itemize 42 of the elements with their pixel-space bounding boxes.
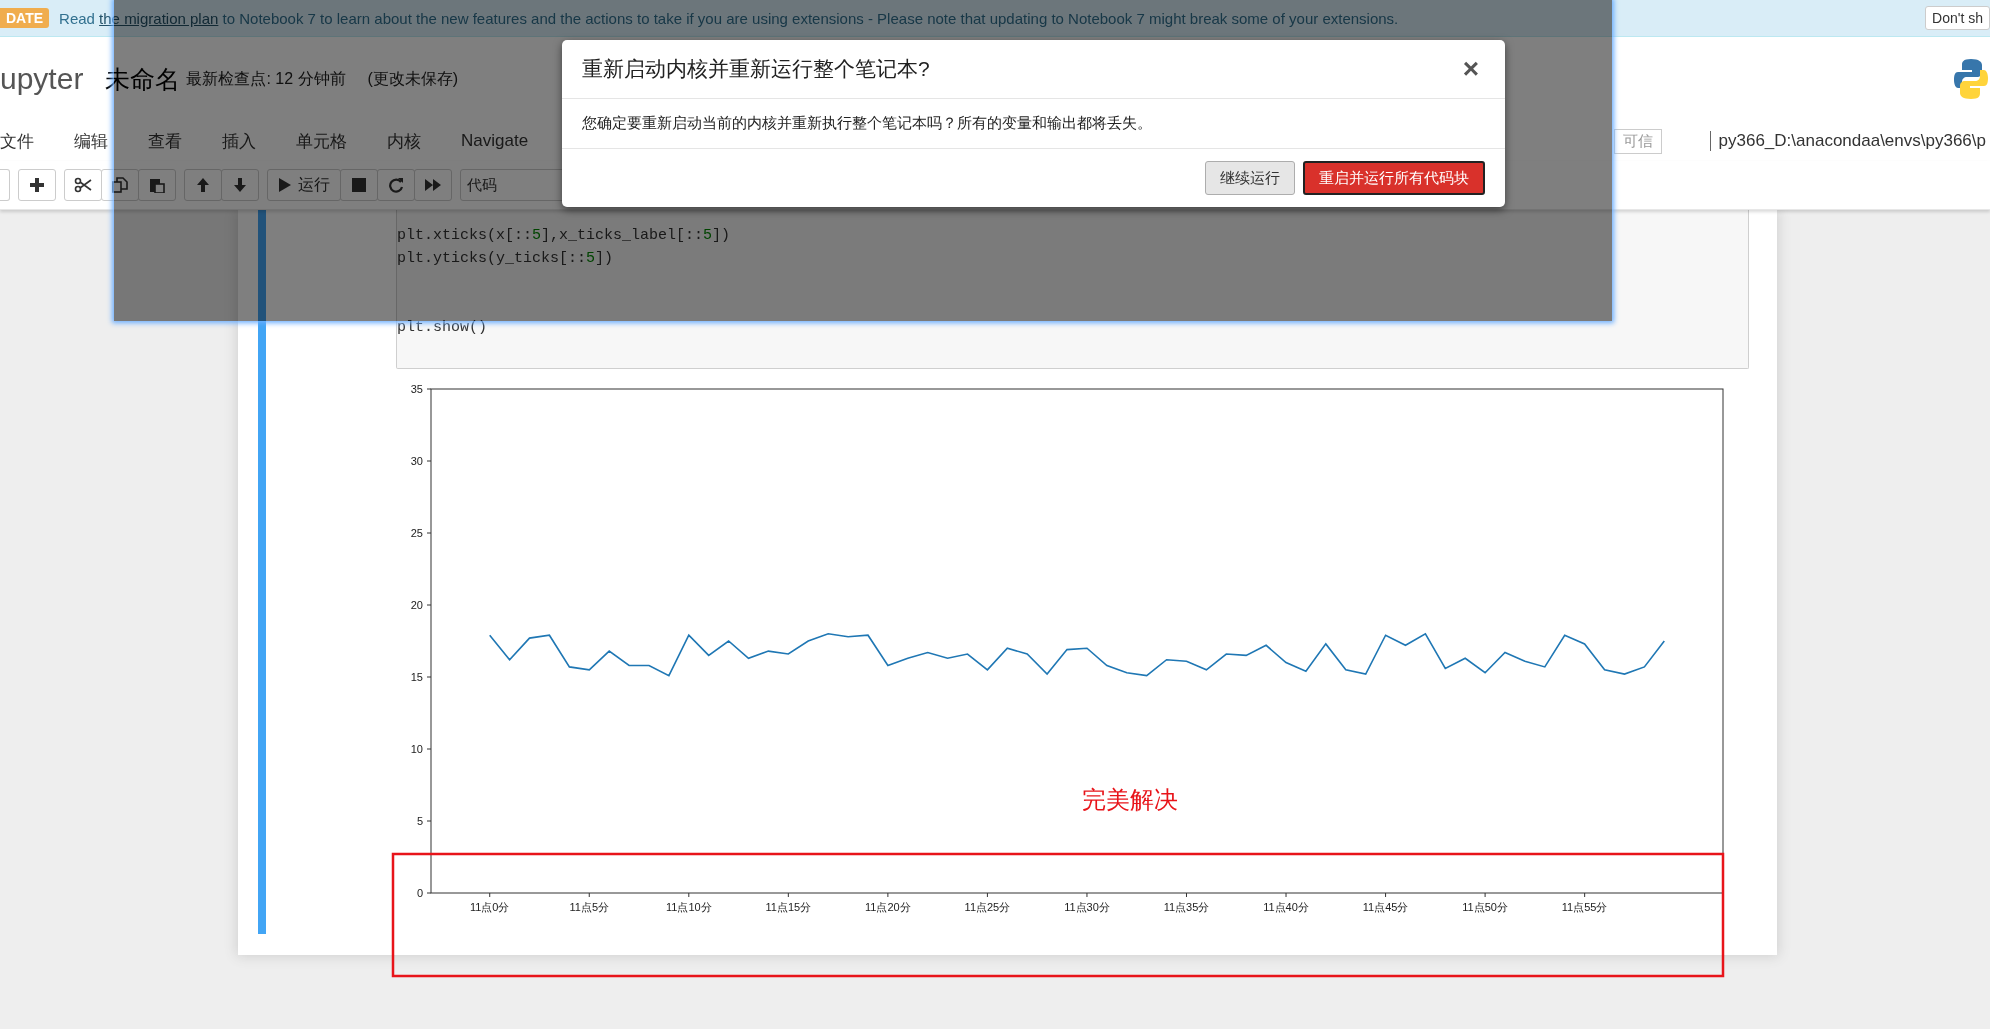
dismiss-button[interactable]: Don't sh [1925, 6, 1990, 30]
menu-item[interactable]: 内核 [387, 129, 421, 153]
x-axis-label: 11点10分 [665, 901, 712, 913]
x-axis-label: 11点40分 [1263, 901, 1309, 913]
x-axis-label: 11点20分 [865, 901, 911, 913]
close-button[interactable]: × [1456, 53, 1485, 85]
update-badge: DATE [0, 8, 50, 28]
x-axis-label: 11点35分 [1163, 901, 1210, 913]
x-axis-label: 11点5分 [569, 901, 610, 913]
y-axis-label: 35 [410, 383, 423, 395]
y-axis-label: 25 [410, 527, 423, 539]
kernel-name: py366_D:\anacondaa\envs\py366\p [1709, 131, 1986, 151]
checkpoint-status: 最新检查点: 12 分钟前 [186, 68, 346, 89]
x-axis-label: 11点55分 [1561, 901, 1608, 913]
run-button[interactable]: 运行 [267, 169, 341, 201]
trusted-badge[interactable]: 可信 [1613, 128, 1662, 154]
dialog-message: 您确定要重新启动当前的内核并重新执行整个笔记本吗？所有的变量和输出都将丢失。 [582, 114, 1152, 131]
y-axis-label: 30 [410, 455, 423, 467]
x-axis-label: 11点50分 [1462, 901, 1508, 913]
menu-item[interactable]: 插入 [222, 129, 256, 153]
y-axis-label: 0 [416, 887, 423, 899]
y-axis-label: 15 [410, 671, 423, 683]
continue-button[interactable]: 继续运行 [1205, 161, 1295, 195]
restart-run-all-button[interactable]: 重启并运行所有代码块 [1303, 161, 1485, 195]
dialog-title: 重新启动内核并重新运行整个笔记本? [582, 56, 930, 82]
y-axis-label: 20 [410, 599, 423, 611]
menu-item[interactable]: 单元格 [296, 129, 347, 153]
x-axis-label: 11点0分 [469, 901, 510, 913]
autosave-status: (更改未保存) [367, 68, 459, 89]
x-axis-label: 11点30分 [1064, 901, 1110, 913]
x-axis-label: 11点15分 [765, 901, 812, 913]
y-axis-label: 5 [416, 815, 423, 827]
y-axis-label: 10 [410, 743, 423, 755]
menu-item[interactable]: 查看 [148, 129, 182, 153]
menu-item[interactable]: 文件 [0, 129, 34, 153]
code-block[interactable]: plt.xticks(x[::5],x_ticks_label[::5]) plt.yticks(y_ticks[::5]) plt.show() [396, 210, 1749, 369]
menu-item[interactable]: 编辑 [74, 129, 108, 153]
x-axis-label: 11点25分 [964, 901, 1011, 913]
menu-item[interactable]: Navigate [461, 131, 529, 151]
logo-text: upyter [0, 62, 84, 96]
annotation-note: 完美解决 [1082, 786, 1178, 813]
x-axis-label: 11点45分 [1362, 901, 1409, 913]
